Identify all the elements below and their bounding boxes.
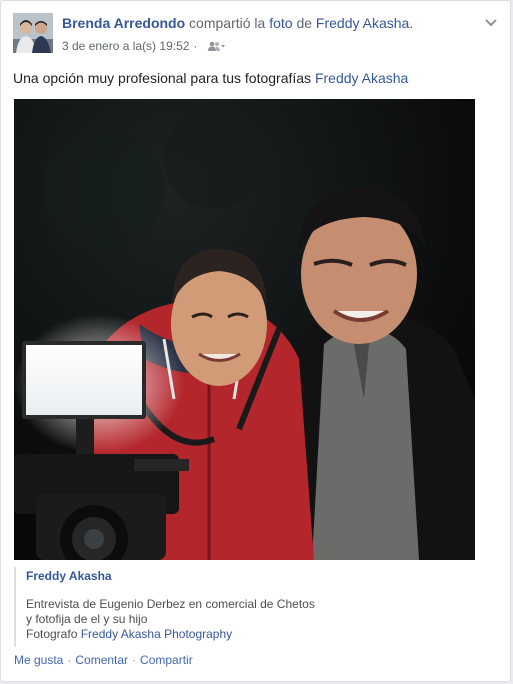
trailing-period: . [409, 15, 414, 31]
share-button[interactable]: Compartir [140, 653, 193, 667]
chevron-down-icon[interactable] [484, 15, 498, 27]
photographer-prefix: Fotografo [26, 627, 78, 641]
post-message: Una opción muy profesional para tus foto… [13, 69, 408, 88]
post-header: Brenda Arredondo compartió la foto de Fr… [62, 14, 413, 32]
shared-author-link[interactable]: Freddy Akasha [26, 569, 484, 584]
post-meta: 3 de enero a la(s) 19:52 · [62, 39, 226, 53]
action-separator: · [132, 653, 137, 667]
photography-page-link[interactable]: Freddy Akasha Photography [81, 627, 232, 641]
shared-desc-line: Entrevista de Eugenio Derbez en comercia… [26, 597, 315, 611]
shared-desc-line: y fotofija de el y su hijo [26, 612, 148, 626]
post-photo[interactable] [14, 99, 475, 560]
photo-link[interactable]: foto [269, 15, 292, 31]
preposition-text: de [296, 15, 313, 31]
action-separator: · [67, 653, 72, 667]
timestamp-link[interactable]: 3 de enero a la(s) 19:52 [62, 39, 189, 53]
message-text: Una opción muy profesional para tus foto… [13, 70, 312, 86]
comment-button[interactable]: Comentar [75, 653, 128, 667]
avatar[interactable] [13, 13, 53, 53]
author-link[interactable]: Brenda Arredondo [62, 15, 185, 31]
shared-post-attachment: Freddy Akasha Entrevista de Eugenio Derb… [14, 567, 484, 647]
friends-icon[interactable] [207, 41, 226, 51]
shared-desc-line: Fotografo Freddy Akasha Photography [26, 627, 484, 642]
message-tag-link[interactable]: Freddy Akasha [315, 70, 408, 86]
meta-separator: · [193, 39, 198, 53]
post-card: Brenda Arredondo compartió la foto de Fr… [0, 0, 511, 682]
post-actions: Me gusta · Comentar · Compartir [14, 653, 193, 667]
action-text: compartió la [189, 15, 266, 31]
like-button[interactable]: Me gusta [14, 653, 63, 667]
original-author-link[interactable]: Freddy Akasha [316, 15, 409, 31]
shared-description: Entrevista de Eugenio Derbez en comercia… [26, 597, 484, 642]
